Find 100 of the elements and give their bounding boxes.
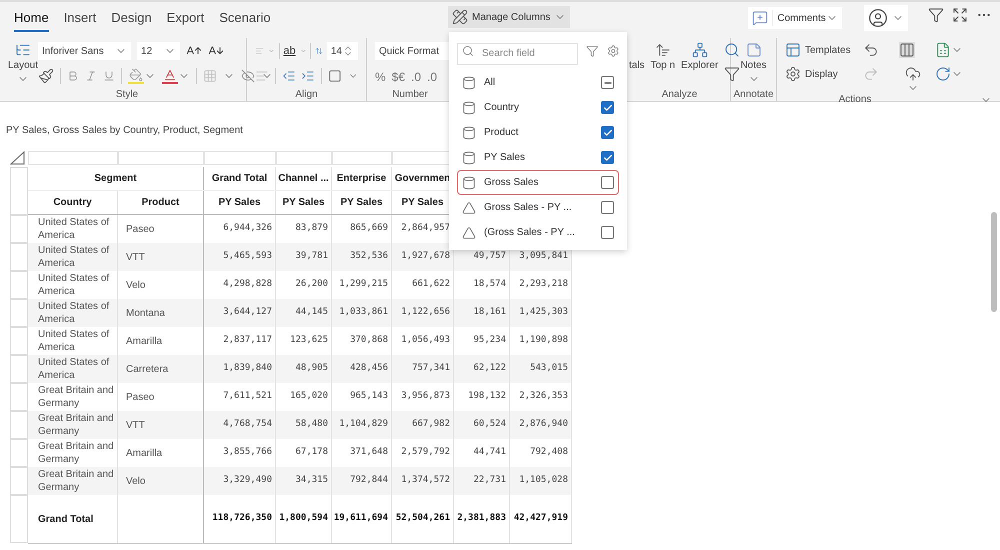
ribbon-tab[interactable]: Export: [166, 8, 204, 32]
row-header-cell[interactable]: [10, 439, 28, 467]
cylinder-icon: [462, 76, 476, 90]
italic-icon[interactable]: [85, 70, 98, 82]
layout-label[interactable]: Layout: [8, 58, 38, 73]
add-comment-icon: [752, 10, 768, 26]
ribbon-tab[interactable]: Home: [14, 8, 49, 32]
settings-icon[interactable]: [606, 44, 619, 58]
select-all-icon[interactable]: [10, 151, 26, 165]
ribbon-tab[interactable]: Scenario: [219, 8, 271, 32]
column-option[interactable]: All: [457, 70, 619, 95]
comments-button[interactable]: Comments: [748, 7, 842, 29]
column-option[interactable]: Gross Sales: [457, 170, 619, 195]
analyze-button[interactable]: Explorer: [681, 58, 718, 73]
row-header-cell[interactable]: [10, 383, 28, 411]
analyze-button[interactable]: Top n: [650, 58, 676, 73]
checkbox[interactable]: [601, 126, 614, 139]
column-letter-cell[interactable]: [118, 151, 204, 165]
note-icon[interactable]: [746, 42, 762, 58]
checkbox[interactable]: [601, 201, 614, 214]
row-header-cell[interactable]: [10, 243, 28, 271]
ribbon-tab[interactable]: Insert: [64, 8, 96, 32]
expand-icon[interactable]: [952, 7, 968, 23]
table-cell-text: 1,056,493: [401, 334, 450, 348]
underline-icon[interactable]: [103, 70, 116, 82]
upload-icon[interactable]: [904, 66, 921, 82]
table-cell-text: 83,879: [295, 222, 328, 236]
row-header-cell[interactable]: [10, 495, 28, 543]
redo-icon[interactable]: [862, 66, 879, 82]
table-cell-text: 7,611,521: [223, 390, 272, 404]
fill-color-icon[interactable]: [128, 68, 144, 84]
row-header-cell[interactable]: [10, 271, 28, 299]
table-cell-text: 34,315: [295, 474, 328, 488]
font-select[interactable]: Inforiver Sans: [38, 42, 132, 60]
column-option[interactable]: PY Sales: [457, 145, 619, 170]
column-option[interactable]: Product: [457, 120, 619, 145]
display-button[interactable]: Display: [805, 66, 838, 82]
row-header-cell[interactable]: [10, 467, 28, 495]
filter-icon[interactable]: [724, 66, 740, 82]
table-cell-text: 39,781: [295, 250, 328, 264]
row-header-cell[interactable]: [10, 411, 28, 439]
number-format-button[interactable]: %: [375, 68, 386, 86]
check-icon: [602, 152, 612, 162]
checkbox[interactable]: [601, 176, 614, 189]
row-header-cell[interactable]: [10, 355, 28, 383]
templates-button[interactable]: Templates: [805, 42, 851, 58]
undo-icon[interactable]: [862, 42, 879, 58]
checkbox[interactable]: [601, 101, 614, 114]
font-size-select[interactable]: 12: [137, 42, 180, 60]
table-cell-text: 1,033,861: [339, 306, 388, 320]
hierarchy-icon[interactable]: [692, 42, 708, 58]
checkbox[interactable]: [601, 76, 614, 89]
manage-columns-button[interactable]: Manage Columns: [448, 6, 570, 28]
number-format-button[interactable]: $€: [392, 68, 406, 86]
borders-icon[interactable]: [203, 69, 218, 83]
cylinder-icon: [462, 126, 476, 140]
filter-icon[interactable]: [928, 7, 944, 23]
top-n-icon[interactable]: [654, 42, 671, 58]
analyze-button[interactable]: tals: [629, 58, 645, 73]
templates-icon[interactable]: [785, 42, 801, 58]
table-cell-text: 1,839,840: [223, 362, 272, 376]
refresh-icon[interactable]: [934, 66, 951, 82]
row-header-cell[interactable]: [10, 167, 28, 215]
format-painter-icon[interactable]: [38, 68, 54, 84]
font-color-icon[interactable]: [162, 68, 178, 84]
search-icon[interactable]: [724, 42, 740, 58]
ribbon-tab[interactable]: Design: [111, 8, 152, 32]
table-cell-text: 3,956,873: [401, 390, 450, 404]
spreadsheet-icon[interactable]: [934, 42, 951, 58]
column-option[interactable]: (Gross Sales - PY ...: [457, 220, 619, 245]
table-cell-text: 44,145: [295, 306, 328, 320]
search-field[interactable]: Search field: [457, 42, 578, 64]
row-height-field[interactable]: 14: [326, 42, 358, 60]
cylinder-icon: [462, 100, 476, 114]
border-box-icon[interactable]: [328, 68, 342, 84]
row-header-cell[interactable]: [10, 327, 28, 355]
settings-icon[interactable]: [785, 66, 801, 82]
column-option[interactable]: Country: [457, 95, 619, 120]
table-cell-text: 2,381,883: [457, 512, 506, 526]
layout-icon[interactable]: [15, 42, 32, 58]
column-letter-cell[interactable]: [276, 151, 332, 165]
bold-icon[interactable]: [67, 70, 80, 82]
column-letter-cell[interactable]: [332, 151, 392, 165]
column-letter-cell[interactable]: [204, 151, 276, 165]
wrap-text-button[interactable]: ab: [283, 42, 296, 60]
column-letter-cell[interactable]: [28, 151, 118, 165]
number-format-button[interactable]: .0: [427, 68, 438, 86]
table-subtitle: PY Sales, Gross Sales by Country, Product, Segment: [6, 125, 243, 136]
column-option[interactable]: Gross Sales - PY ...: [457, 195, 619, 220]
checkbox[interactable]: [601, 226, 614, 239]
hide-icon[interactable]: [241, 69, 256, 83]
number-format-button[interactable]: .0: [411, 68, 422, 86]
row-header-cell[interactable]: [10, 299, 28, 327]
row-header-cell[interactable]: [10, 215, 28, 243]
columns-icon[interactable]: [898, 42, 915, 58]
notes-button[interactable]: Notes: [740, 58, 767, 73]
scrollbar-thumb[interactable]: [991, 212, 997, 312]
filter-icon[interactable]: [586, 44, 598, 58]
user-menu-button[interactable]: [864, 5, 908, 31]
checkbox[interactable]: [601, 151, 614, 164]
